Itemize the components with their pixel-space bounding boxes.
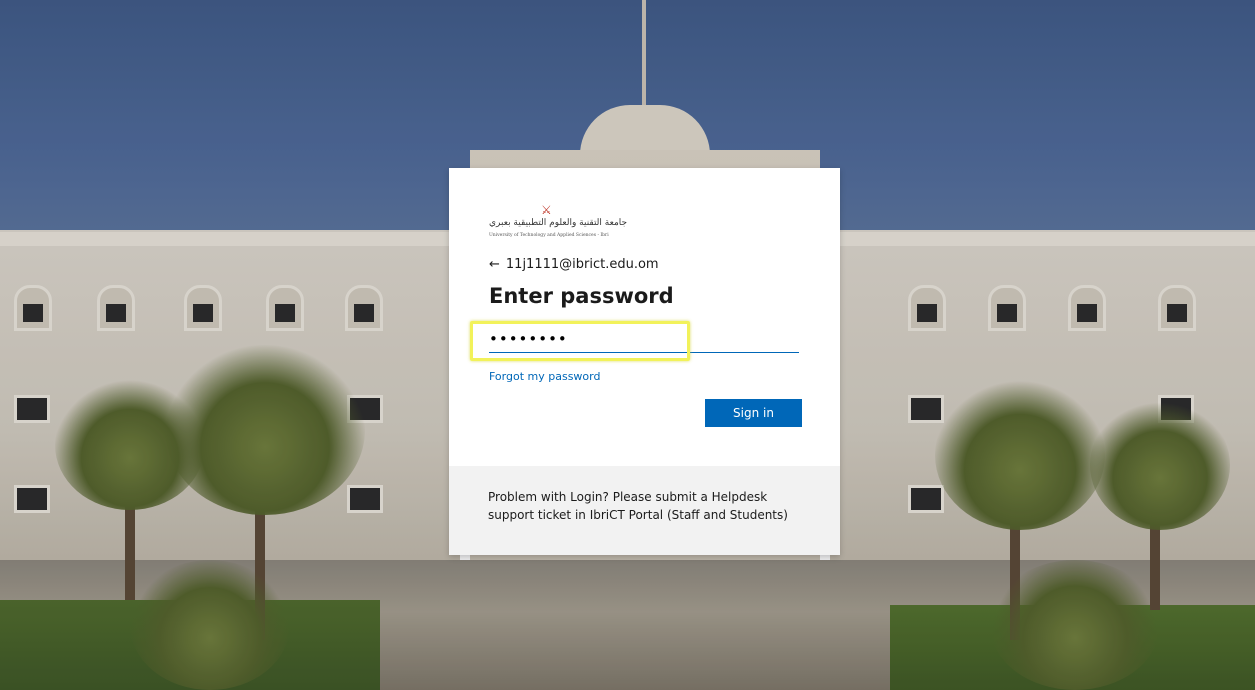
forgot-password-link[interactable]: Forgot my password — [489, 370, 600, 383]
identity-back-button[interactable]: ← 11j1111@ibrict.edu.om — [489, 257, 659, 272]
back-arrow-icon: ← — [489, 257, 500, 272]
emblem-icon: ⚔ — [541, 203, 552, 217]
login-card: ⚔ جامعة التقنية والعلوم التطبيقية بعبري … — [449, 168, 840, 555]
university-logo: ⚔ جامعة التقنية والعلوم التطبيقية بعبري … — [489, 198, 629, 244]
login-card-body: ⚔ جامعة التقنية والعلوم التطبيقية بعبري … — [449, 168, 840, 466]
logo-arabic-text: جامعة التقنية والعلوم التطبيقية بعبري — [489, 218, 628, 228]
logo-english-text: University of Technology and Applied Sci… — [489, 233, 609, 238]
sign-in-button[interactable]: Sign in — [705, 399, 802, 427]
helpdesk-notice: Problem with Login? Please submit a Help… — [488, 490, 788, 522]
page-title: Enter password — [489, 284, 674, 308]
identity-email: 11j1111@ibrict.edu.om — [505, 257, 659, 272]
login-card-footer: Problem with Login? Please submit a Help… — [449, 466, 840, 555]
annotation-highlight-box — [470, 321, 690, 361]
